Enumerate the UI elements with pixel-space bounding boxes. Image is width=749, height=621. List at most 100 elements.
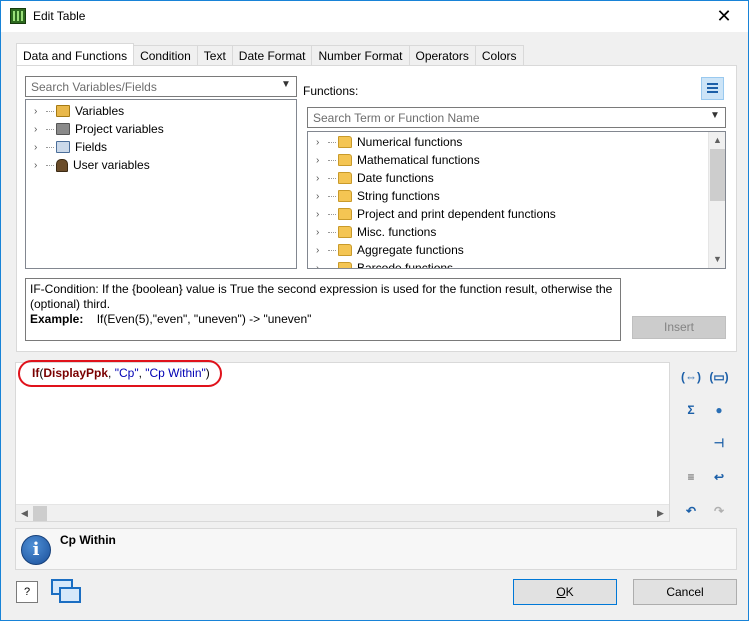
- expand-icon[interactable]: ›: [34, 160, 44, 171]
- close-icon[interactable]: ✕: [714, 6, 734, 27]
- folder-icon: [338, 190, 352, 202]
- tree-item-label: Barcode functions: [357, 261, 454, 269]
- title-bar: Edit Table ✕: [1, 1, 748, 32]
- insert-button[interactable]: Insert: [632, 316, 726, 339]
- tab-date-format[interactable]: Date Format: [231, 45, 313, 66]
- fields-icon: [56, 141, 70, 153]
- tree-item-user-variables[interactable]: › User variables: [26, 156, 150, 174]
- functions-tree[interactable]: › Numerical functions › Mathematical fun…: [307, 131, 726, 269]
- tree-item-label: Misc. functions: [357, 225, 437, 239]
- view-toggle-icon[interactable]: [701, 77, 724, 100]
- cancel-button[interactable]: Cancel: [633, 579, 737, 605]
- windows-icon[interactable]: [51, 579, 83, 605]
- expand-icon[interactable]: ›: [316, 245, 326, 256]
- chevron-down-icon[interactable]: ▼: [710, 110, 720, 122]
- folder-icon: [338, 154, 352, 166]
- tree-item-barcode-functions[interactable]: › Barcode functions: [308, 259, 454, 269]
- insert-field-icon[interactable]: (▭): [709, 367, 729, 387]
- tree-item-label: Project variables: [75, 122, 164, 136]
- expand-icon[interactable]: ›: [316, 191, 326, 202]
- tree-item-numerical-functions[interactable]: › Numerical functions: [308, 133, 462, 151]
- tab-colors[interactable]: Colors: [474, 45, 524, 66]
- scroll-up-icon[interactable]: ▲: [709, 132, 725, 149]
- tab-text[interactable]: Text: [196, 45, 233, 66]
- insert-parentheses-icon[interactable]: (⇔): [681, 367, 701, 387]
- edit-table-dialog: Edit Table ✕ Data and Functions Conditio…: [0, 0, 749, 621]
- ok-button[interactable]: OK: [513, 579, 617, 605]
- tab-number-format[interactable]: Number Format: [311, 45, 410, 66]
- tree-item-project-variables[interactable]: › Project variables: [26, 120, 164, 138]
- expand-icon[interactable]: ›: [316, 227, 326, 238]
- tree-item-label: Mathematical functions: [357, 153, 480, 167]
- variables-search-input[interactable]: Search Variables/Fields ▼: [25, 76, 297, 97]
- function-description: IF-Condition: If the {boolean} value is …: [25, 278, 621, 341]
- tab-condition[interactable]: Condition: [133, 45, 198, 66]
- folder-icon: [338, 136, 352, 148]
- tree-item-date-functions[interactable]: › Date functions: [308, 169, 434, 187]
- tree-item-string-functions[interactable]: › String functions: [308, 187, 440, 205]
- expand-icon[interactable]: ›: [34, 106, 44, 117]
- tree-item-misc-functions[interactable]: › Misc. functions: [308, 223, 436, 241]
- folder-icon: [338, 262, 352, 268]
- scroll-left-icon[interactable]: ◀: [16, 505, 33, 522]
- expand-icon[interactable]: ›: [316, 209, 326, 220]
- tree-item-label: Project and print dependent functions: [357, 207, 556, 221]
- tab-data-and-functions[interactable]: Data and Functions: [16, 43, 135, 66]
- scroll-thumb[interactable]: [710, 149, 725, 201]
- ok-label-rest: K: [565, 585, 574, 599]
- chevron-down-icon[interactable]: ▼: [281, 79, 291, 91]
- example-text: If(Even(5),"even", "uneven") -> "uneven": [96, 312, 312, 326]
- undo-icon[interactable]: ↶: [681, 501, 701, 521]
- tree-item-mathematical-functions[interactable]: › Mathematical functions: [308, 151, 480, 169]
- expression-code[interactable]: If(DisplayPpk, "Cp", "Cp Within"): [32, 366, 210, 380]
- scroll-right-icon[interactable]: ▶: [652, 505, 669, 522]
- expand-icon[interactable]: ›: [316, 155, 326, 166]
- aggregate-sum-icon[interactable]: Σ: [681, 400, 701, 420]
- format-icon[interactable]: ⊣: [709, 433, 729, 453]
- scroll-thumb[interactable]: [33, 506, 47, 521]
- functions-search-input[interactable]: Search Term or Function Name ▼: [307, 107, 726, 128]
- ok-mnemonic: O: [556, 585, 566, 599]
- users-icon[interactable]: ●: [709, 400, 729, 420]
- tree-item-project-and-print-dependent-functions[interactable]: › Project and print dependent functions: [308, 205, 556, 223]
- folder-icon: [338, 172, 352, 184]
- indent-icon[interactable]: ≡: [681, 467, 701, 487]
- expand-icon[interactable]: ›: [34, 142, 44, 153]
- tree-item-label: Date functions: [357, 171, 434, 185]
- example-label: Example:: [30, 312, 84, 326]
- tree-item-label: String functions: [357, 189, 440, 203]
- editor-horizontal-scrollbar[interactable]: ◀ ▶: [16, 504, 669, 521]
- scroll-down-icon[interactable]: ▼: [709, 251, 725, 268]
- tree-item-label: Fields: [75, 140, 108, 154]
- expand-icon[interactable]: ›: [316, 173, 326, 184]
- window-title: Edit Table: [33, 9, 86, 23]
- redo-icon[interactable]: ↷: [709, 501, 729, 521]
- folder-icon: [338, 244, 352, 256]
- help-icon[interactable]: ?: [16, 581, 38, 603]
- expand-icon[interactable]: ›: [34, 124, 44, 135]
- wrap-icon[interactable]: ↩: [709, 467, 729, 487]
- app-icon: [10, 8, 26, 24]
- tree-item-fields[interactable]: › Fields: [26, 138, 107, 156]
- functions-search-placeholder: Search Term or Function Name: [313, 111, 480, 125]
- variables-search-placeholder: Search Variables/Fields: [31, 80, 157, 94]
- tree-item-label: Variables: [75, 104, 125, 118]
- result-text: Cp Within: [60, 533, 116, 547]
- folder-icon: [338, 208, 352, 220]
- expand-icon[interactable]: ›: [316, 263, 326, 269]
- tree-item-variables[interactable]: › Variables: [26, 102, 124, 120]
- expr-arg3: "Cp Within": [145, 366, 206, 380]
- expression-editor[interactable]: If(DisplayPpk, "Cp", "Cp Within") ◀ ▶: [15, 360, 670, 522]
- tab-operators[interactable]: Operators: [408, 45, 476, 66]
- expr-close-paren: ): [205, 366, 210, 380]
- variables-tree[interactable]: › Variables › Project variables › Fields…: [25, 99, 297, 269]
- tree-item-aggregate-functions[interactable]: › Aggregate functions: [308, 241, 464, 259]
- tree-item-label: Aggregate functions: [357, 243, 464, 257]
- expand-icon[interactable]: ›: [316, 137, 326, 148]
- description-example: Example: If(Even(5),"even", "uneven") ->…: [30, 312, 616, 327]
- project-variables-icon: [56, 123, 70, 135]
- variables-icon: [56, 105, 70, 117]
- tab-bar: Data and Functions Condition Text Date F…: [16, 43, 524, 66]
- description-text: IF-Condition: If the {boolean} value is …: [30, 282, 613, 311]
- functions-scrollbar[interactable]: ▲ ▼: [708, 132, 725, 268]
